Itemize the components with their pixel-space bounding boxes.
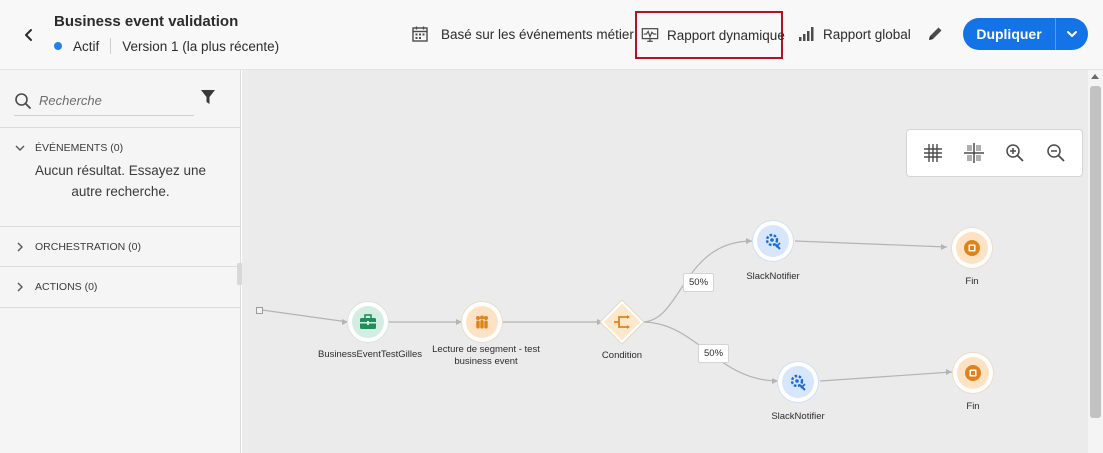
filter-button[interactable] <box>200 89 216 105</box>
section-actions-toggle[interactable]: ACTIONS (0) <box>0 267 241 307</box>
section-actions: ACTIONS (0) <box>0 266 241 308</box>
pencil-icon <box>929 27 942 40</box>
zoom-out-button[interactable] <box>1043 140 1069 166</box>
split-label-top: 50% <box>683 273 715 292</box>
zoom-in-button[interactable] <box>1002 140 1028 166</box>
slack-notifier-bottom-label: SlackNotifier <box>771 411 825 422</box>
end-node-top[interactable] <box>952 228 992 268</box>
start-point-icon <box>256 307 263 314</box>
calendar-icon <box>411 25 429 43</box>
status-divider <box>110 38 112 54</box>
dynamic-report-button[interactable]: Rapport dynamique <box>635 11 785 59</box>
slack-notifier-top-label: SlackNotifier <box>746 271 800 282</box>
status-label: Actif <box>73 38 100 54</box>
chevron-left-icon <box>25 29 32 41</box>
bar-chart-icon <box>797 25 815 43</box>
stop-icon <box>957 357 989 389</box>
scroll-up-arrow-icon[interactable] <box>1091 74 1099 79</box>
end-node-bottom[interactable] <box>953 353 993 393</box>
duplicate-button[interactable]: Dupliquer <box>963 18 1088 50</box>
grid-icon <box>924 144 943 162</box>
slack-notifier-node-top[interactable] <box>753 221 793 261</box>
report-monitor-icon <box>641 26 659 44</box>
duplicate-label: Dupliquer <box>976 26 1042 42</box>
search-input[interactable] <box>39 93 189 108</box>
canvas-scrollbar[interactable] <box>1088 70 1103 453</box>
condition-node-label: Condition <box>601 350 643 361</box>
segment-label-line1: Lecture de segment - test <box>432 344 540 355</box>
section-orchestration-label: ORCHESTRATION (0) <box>35 241 141 253</box>
section-events-label: ÉVÉNEMENTS (0) <box>35 142 124 154</box>
segment-node-label: Lecture de segment - test business event <box>429 344 543 368</box>
section-events: ÉVÉNEMENTS (0) Aucun résultat. Essayez u… <box>0 127 241 202</box>
people-icon <box>466 306 498 338</box>
activity-palette: ÉVÉNEMENTS (0) Aucun résultat. Essayez u… <box>0 70 241 453</box>
custom-action-gear-icon <box>757 225 789 257</box>
journey-header: Business event validation Actif Version … <box>0 0 1103 70</box>
version-label: Version 1 (la plus récente) <box>122 38 280 54</box>
back-button[interactable] <box>18 24 40 46</box>
business-events-label: Basé sur les événements métier <box>441 26 634 42</box>
end-node-top-label: Fin <box>965 276 979 287</box>
chevron-right-icon <box>15 242 25 252</box>
status-dot-icon <box>54 42 62 50</box>
end-node-bottom-label: Fin <box>966 401 980 412</box>
filter-icon <box>201 90 215 104</box>
section-orchestration-toggle[interactable]: ORCHESTRATION (0) <box>0 227 241 267</box>
briefcase-icon <box>352 306 384 338</box>
global-report-label: Rapport global <box>823 26 911 42</box>
journey-status-row: Actif Version 1 (la plus récente) <box>54 38 279 54</box>
event-node[interactable] <box>348 302 388 342</box>
split-label-bottom: 50% <box>698 344 730 363</box>
section-actions-label: ACTIONS (0) <box>35 281 98 293</box>
grid-toggle-button[interactable] <box>920 140 946 166</box>
segment-node[interactable] <box>462 302 502 342</box>
align-icon <box>964 143 985 163</box>
search-box <box>14 86 194 116</box>
dynamic-report-label: Rapport dynamique <box>667 27 785 43</box>
condition-split-icon <box>611 312 633 332</box>
business-events-button[interactable]: Basé sur les événements métier <box>411 20 634 48</box>
chevron-right-icon <box>15 282 25 292</box>
align-toggle-button[interactable] <box>961 140 987 166</box>
chevron-down-icon <box>15 143 25 153</box>
journey-title: Business event validation <box>54 13 239 30</box>
event-node-label: BusinessEventTestGilles <box>318 349 423 360</box>
zoom-out-icon <box>1046 144 1065 162</box>
duplicate-menu-chevron-down-icon[interactable] <box>1056 30 1088 38</box>
zoom-in-icon <box>1006 144 1024 162</box>
slack-notifier-node-bottom[interactable] <box>778 362 818 402</box>
scroll-thumb[interactable] <box>1090 86 1101 418</box>
stop-icon <box>956 232 988 264</box>
segment-label-line2: business event <box>454 356 518 367</box>
search-icon <box>15 92 31 109</box>
section-orchestration: ORCHESTRATION (0) <box>0 226 241 267</box>
custom-action-gear-icon <box>782 366 814 398</box>
canvas-toolbar <box>906 129 1083 177</box>
global-report-button[interactable]: Rapport global <box>797 20 911 48</box>
journey-canvas[interactable]: BusinessEventTestGilles Lecture de segme… <box>242 70 1088 453</box>
edit-button[interactable] <box>925 24 945 44</box>
no-results-message: Aucun résultat. Essayez une autre recher… <box>34 163 207 199</box>
